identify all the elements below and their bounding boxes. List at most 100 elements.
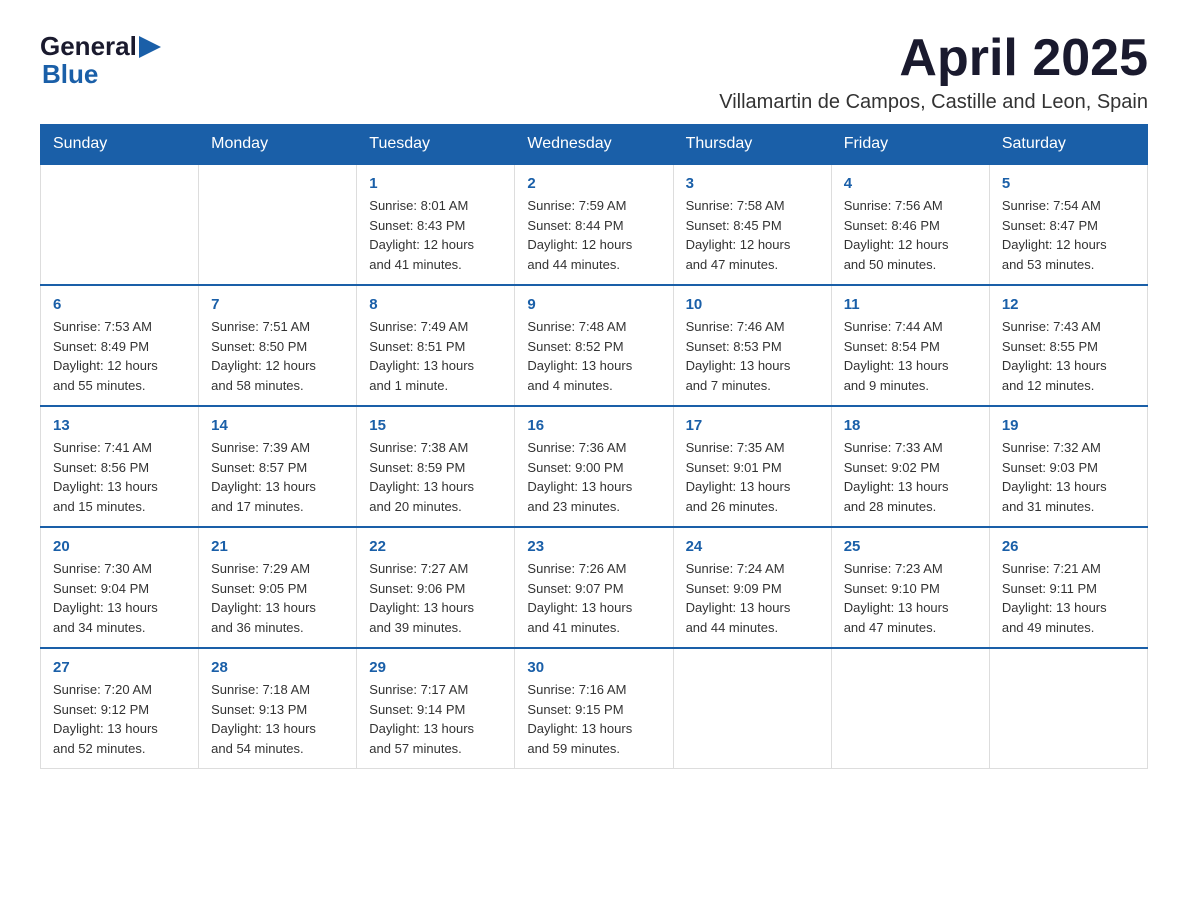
day-number: 17 xyxy=(686,417,819,434)
day-number: 28 xyxy=(211,659,344,676)
day-number: 1 xyxy=(369,175,502,192)
weekday-header-thursday: Thursday xyxy=(673,125,831,165)
day-info: Sunrise: 7:54 AM Sunset: 8:47 PM Dayligh… xyxy=(1002,196,1135,274)
logo-general-text: General xyxy=(40,31,137,62)
calendar-cell: 24 Sunrise: 7:24 AM Sunset: 9:09 PM Dayli… xyxy=(673,527,831,648)
location-title: Villamartin de Campos, Castille and Leon… xyxy=(719,91,1148,114)
calendar-cell: 28 Sunrise: 7:18 AM Sunset: 9:13 PM Dayli… xyxy=(199,648,357,769)
day-info: Sunrise: 7:26 AM Sunset: 9:07 PM Dayligh… xyxy=(527,559,660,637)
logo: General Blue xyxy=(40,30,161,88)
calendar-cell: 1 Sunrise: 8:01 AM Sunset: 8:43 PM Daylig… xyxy=(357,164,515,285)
calendar-cell: 29 Sunrise: 7:17 AM Sunset: 9:14 PM Dayli… xyxy=(357,648,515,769)
day-info: Sunrise: 7:48 AM Sunset: 8:52 PM Dayligh… xyxy=(527,317,660,395)
day-number: 5 xyxy=(1002,175,1135,192)
calendar-week-3: 13 Sunrise: 7:41 AM Sunset: 8:56 PM Dayli… xyxy=(41,406,1148,527)
calendar-week-1: 1 Sunrise: 8:01 AM Sunset: 8:43 PM Daylig… xyxy=(41,164,1148,285)
calendar-cell: 10 Sunrise: 7:46 AM Sunset: 8:53 PM Dayli… xyxy=(673,285,831,406)
calendar-cell: 6Sunrise: 7:53 AM Sunset: 8:49 PM Daylig… xyxy=(41,285,199,406)
calendar-cell: 12 Sunrise: 7:43 AM Sunset: 8:55 PM Dayli… xyxy=(989,285,1147,406)
day-info: Sunrise: 8:01 AM Sunset: 8:43 PM Dayligh… xyxy=(369,196,502,274)
day-number: 4 xyxy=(844,175,977,192)
calendar-cell xyxy=(41,164,199,285)
calendar-cell: 23Sunrise: 7:26 AM Sunset: 9:07 PM Dayli… xyxy=(515,527,673,648)
day-info: Sunrise: 7:20 AM Sunset: 9:12 PM Dayligh… xyxy=(53,680,186,758)
day-number: 22 xyxy=(369,538,502,555)
day-number: 16 xyxy=(527,417,660,434)
day-info: Sunrise: 7:49 AM Sunset: 8:51 PM Dayligh… xyxy=(369,317,502,395)
calendar-cell: 27Sunrise: 7:20 AM Sunset: 9:12 PM Dayli… xyxy=(41,648,199,769)
calendar-cell: 8 Sunrise: 7:49 AM Sunset: 8:51 PM Daylig… xyxy=(357,285,515,406)
day-number: 9 xyxy=(527,296,660,313)
calendar-week-2: 6Sunrise: 7:53 AM Sunset: 8:49 PM Daylig… xyxy=(41,285,1148,406)
day-number: 10 xyxy=(686,296,819,313)
day-info: Sunrise: 7:32 AM Sunset: 9:03 PM Dayligh… xyxy=(1002,438,1135,516)
day-number: 3 xyxy=(686,175,819,192)
day-info: Sunrise: 7:53 AM Sunset: 8:49 PM Dayligh… xyxy=(53,317,186,395)
day-info: Sunrise: 7:44 AM Sunset: 8:54 PM Dayligh… xyxy=(844,317,977,395)
logo-blue-text: Blue xyxy=(42,59,98,89)
day-number: 21 xyxy=(211,538,344,555)
day-info: Sunrise: 7:51 AM Sunset: 8:50 PM Dayligh… xyxy=(211,317,344,395)
day-info: Sunrise: 7:18 AM Sunset: 9:13 PM Dayligh… xyxy=(211,680,344,758)
month-title: April 2025 xyxy=(719,30,1148,87)
day-number: 15 xyxy=(369,417,502,434)
calendar-cell: 21 Sunrise: 7:29 AM Sunset: 9:05 PM Dayli… xyxy=(199,527,357,648)
day-info: Sunrise: 7:16 AM Sunset: 9:15 PM Dayligh… xyxy=(527,680,660,758)
calendar-cell: 7 Sunrise: 7:51 AM Sunset: 8:50 PM Daylig… xyxy=(199,285,357,406)
day-number: 30 xyxy=(527,659,660,676)
day-info: Sunrise: 7:39 AM Sunset: 8:57 PM Dayligh… xyxy=(211,438,344,516)
calendar-cell xyxy=(199,164,357,285)
calendar-cell: 20 Sunrise: 7:30 AM Sunset: 9:04 PM Dayli… xyxy=(41,527,199,648)
calendar-cell xyxy=(831,648,989,769)
weekday-header-monday: Monday xyxy=(199,125,357,165)
day-number: 26 xyxy=(1002,538,1135,555)
calendar-cell: 30 Sunrise: 7:16 AM Sunset: 9:15 PM Dayli… xyxy=(515,648,673,769)
day-number: 14 xyxy=(211,417,344,434)
day-number: 8 xyxy=(369,296,502,313)
day-number: 25 xyxy=(844,538,977,555)
page-header: General Blue April 2025 Villamartin de C… xyxy=(40,30,1148,114)
calendar-week-5: 27Sunrise: 7:20 AM Sunset: 9:12 PM Dayli… xyxy=(41,648,1148,769)
calendar-week-4: 20 Sunrise: 7:30 AM Sunset: 9:04 PM Dayli… xyxy=(41,527,1148,648)
day-info: Sunrise: 7:33 AM Sunset: 9:02 PM Dayligh… xyxy=(844,438,977,516)
title-block: April 2025 Villamartin de Campos, Castil… xyxy=(719,30,1148,114)
calendar-header: SundayMondayTuesdayWednesdayThursdayFrid… xyxy=(41,125,1148,165)
day-number: 12 xyxy=(1002,296,1135,313)
weekday-header-wednesday: Wednesday xyxy=(515,125,673,165)
calendar-cell: 14 Sunrise: 7:39 AM Sunset: 8:57 PM Dayli… xyxy=(199,406,357,527)
weekday-header-saturday: Saturday xyxy=(989,125,1147,165)
day-info: Sunrise: 7:38 AM Sunset: 8:59 PM Dayligh… xyxy=(369,438,502,516)
day-number: 11 xyxy=(844,296,977,313)
day-number: 24 xyxy=(686,538,819,555)
calendar-cell: 22Sunrise: 7:27 AM Sunset: 9:06 PM Dayli… xyxy=(357,527,515,648)
day-info: Sunrise: 7:43 AM Sunset: 8:55 PM Dayligh… xyxy=(1002,317,1135,395)
weekday-header-sunday: Sunday xyxy=(41,125,199,165)
day-info: Sunrise: 7:30 AM Sunset: 9:04 PM Dayligh… xyxy=(53,559,186,637)
day-info: Sunrise: 7:24 AM Sunset: 9:09 PM Dayligh… xyxy=(686,559,819,637)
calendar-table: SundayMondayTuesdayWednesdayThursdayFrid… xyxy=(40,124,1148,769)
day-info: Sunrise: 7:46 AM Sunset: 8:53 PM Dayligh… xyxy=(686,317,819,395)
calendar-cell: 9 Sunrise: 7:48 AM Sunset: 8:52 PM Daylig… xyxy=(515,285,673,406)
calendar-cell: 3 Sunrise: 7:58 AM Sunset: 8:45 PM Daylig… xyxy=(673,164,831,285)
day-number: 19 xyxy=(1002,417,1135,434)
day-number: 13 xyxy=(53,417,186,434)
calendar-cell xyxy=(673,648,831,769)
calendar-cell: 2Sunrise: 7:59 AM Sunset: 8:44 PM Daylig… xyxy=(515,164,673,285)
day-number: 29 xyxy=(369,659,502,676)
day-number: 18 xyxy=(844,417,977,434)
day-number: 7 xyxy=(211,296,344,313)
day-info: Sunrise: 7:29 AM Sunset: 9:05 PM Dayligh… xyxy=(211,559,344,637)
day-info: Sunrise: 7:58 AM Sunset: 8:45 PM Dayligh… xyxy=(686,196,819,274)
day-info: Sunrise: 7:17 AM Sunset: 9:14 PM Dayligh… xyxy=(369,680,502,758)
day-info: Sunrise: 7:59 AM Sunset: 8:44 PM Dayligh… xyxy=(527,196,660,274)
calendar-cell: 11 Sunrise: 7:44 AM Sunset: 8:54 PM Dayli… xyxy=(831,285,989,406)
day-number: 20 xyxy=(53,538,186,555)
logo-arrow-icon xyxy=(139,36,161,58)
calendar-cell: 5 Sunrise: 7:54 AM Sunset: 8:47 PM Daylig… xyxy=(989,164,1147,285)
calendar-cell: 4Sunrise: 7:56 AM Sunset: 8:46 PM Daylig… xyxy=(831,164,989,285)
calendar-cell: 16Sunrise: 7:36 AM Sunset: 9:00 PM Dayli… xyxy=(515,406,673,527)
calendar-cell: 17Sunrise: 7:35 AM Sunset: 9:01 PM Dayli… xyxy=(673,406,831,527)
day-info: Sunrise: 7:21 AM Sunset: 9:11 PM Dayligh… xyxy=(1002,559,1135,637)
calendar-cell: 25Sunrise: 7:23 AM Sunset: 9:10 PM Dayli… xyxy=(831,527,989,648)
day-info: Sunrise: 7:41 AM Sunset: 8:56 PM Dayligh… xyxy=(53,438,186,516)
